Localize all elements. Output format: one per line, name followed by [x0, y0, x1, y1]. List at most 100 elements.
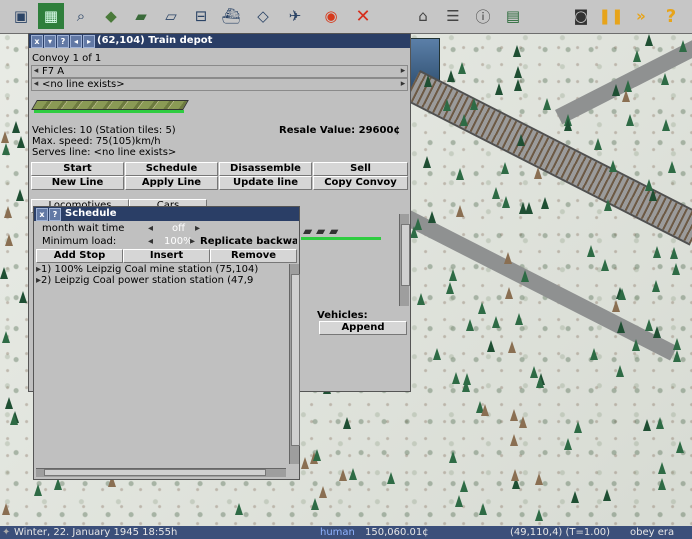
arrow-right-icon[interactable]: ▸ [399, 79, 407, 90]
wait-decrease-icon[interactable]: ◂ [148, 223, 153, 234]
scroll-thumb[interactable] [401, 224, 410, 286]
disassemble-button[interactable]: Disassemble [219, 162, 312, 176]
start-button[interactable]: Start [31, 162, 124, 176]
load-decrease-icon[interactable]: ◂ [148, 236, 153, 247]
new-line-button[interactable]: New Line [31, 176, 124, 190]
schedule-vscroll[interactable] [289, 264, 300, 464]
tree [604, 199, 612, 211]
magnifier-icon[interactable]: ⌕ [68, 3, 94, 29]
main-toolbar: ▣ ▦ ⌕ ◆ ▰ ▱ ⊟ ⛴ ◇ ✈ ◉ ✕ ⌂ ☰ ⓘ ▤ ◙ ❚❚ » ? [0, 0, 692, 34]
tree [653, 246, 661, 258]
tree [502, 196, 510, 208]
tree [672, 263, 680, 275]
tree [19, 291, 27, 303]
prev-icon[interactable]: ◂ [70, 35, 82, 48]
status-icon: ✦ [2, 527, 11, 538]
airport-icon[interactable]: ◇ [250, 3, 276, 29]
tree [313, 449, 321, 461]
remove-button[interactable]: Remove [210, 249, 297, 263]
stop-item[interactable]: ▸1) 100% Leipzig Coal mine station (75,1… [36, 264, 258, 275]
insert-button[interactable]: Insert [123, 249, 210, 263]
line-select[interactable]: ◂ <no line exists> ▸ [31, 78, 408, 91]
stop-list[interactable]: ▸1) 100% Leipzig Coal mine station (75,1… [36, 264, 288, 468]
scroll-thumb[interactable] [44, 469, 266, 476]
tree [510, 409, 518, 421]
vehicle-scrollbar[interactable] [399, 214, 410, 306]
ship-icon[interactable]: ⛴ [218, 3, 244, 29]
apply-line-button[interactable]: Apply Line [125, 176, 218, 190]
tree [343, 417, 351, 429]
pause-icon[interactable]: ❚❚ [598, 3, 624, 29]
save-icon[interactable]: ▣ [8, 3, 34, 29]
tree [501, 162, 509, 174]
player-name: human [320, 527, 355, 538]
wait-increase-icon[interactable]: ▸ [195, 223, 200, 234]
load-increase-icon[interactable]: ▸ [190, 236, 195, 247]
arrow-right-icon[interactable]: ▸ [399, 66, 407, 77]
tree [319, 486, 327, 498]
tree [339, 469, 347, 481]
stop-item[interactable]: ▸2) Leipzig Coal power station station (… [36, 275, 253, 286]
vehicles-count: Vehicles: 10 (Station tiles: 5) [32, 125, 176, 136]
tree [513, 45, 521, 57]
rail-icon[interactable]: ▰ [128, 3, 154, 29]
tree [673, 350, 681, 362]
camera-icon[interactable]: ◙ [568, 3, 594, 29]
tree [676, 441, 684, 453]
air-icon[interactable]: ✈ [282, 3, 308, 29]
tree [462, 380, 470, 392]
tree [535, 473, 543, 485]
target-icon[interactable]: ◉ [318, 3, 344, 29]
tree [456, 168, 464, 180]
money-icon[interactable]: ▤ [500, 3, 526, 29]
tree [504, 252, 512, 264]
help-window-icon[interactable]: ? [49, 208, 61, 221]
tree [645, 179, 653, 191]
tree [668, 161, 676, 173]
arrow-left-icon[interactable]: ◂ [32, 79, 40, 90]
close-icon[interactable]: ✕ [350, 3, 376, 29]
convoy-image[interactable] [31, 100, 189, 114]
vehicle-list[interactable]: ▰ ▰ ▰ [291, 222, 399, 242]
tree [564, 438, 572, 450]
append-button[interactable]: Append [319, 321, 407, 335]
sell-button[interactable]: Sell [313, 162, 408, 176]
schedule-titlebar[interactable]: x ? Schedule [34, 207, 299, 221]
tree [670, 247, 678, 259]
tree [0, 267, 8, 279]
road[interactable] [402, 210, 678, 361]
rail-track[interactable] [404, 70, 692, 246]
car-icon[interactable]: ▰ ▰ ▰ [303, 224, 338, 238]
next-icon[interactable]: ▸ [83, 35, 95, 48]
tree [519, 202, 527, 214]
schedule-button[interactable]: Schedule [125, 162, 218, 176]
list-icon[interactable]: ☰ [440, 3, 466, 29]
add-stop-button[interactable]: Add Stop [36, 249, 123, 263]
tree [652, 280, 660, 292]
construction-icon[interactable]: ⌂ [410, 3, 436, 29]
scroll-thumb[interactable] [291, 274, 300, 446]
close-window-icon[interactable]: x [36, 208, 48, 221]
arrow-left-icon[interactable]: ◂ [32, 66, 40, 77]
depot-titlebar[interactable]: x ▾ ? ◂ ▸ (62,104) Train depot [29, 34, 410, 48]
tree [656, 417, 664, 429]
copy-convoy-button[interactable]: Copy Convoy [313, 176, 408, 190]
road-icon[interactable]: ▱ [158, 3, 184, 29]
tram-icon[interactable]: ⊟ [188, 3, 214, 29]
tree [16, 189, 24, 201]
info-icon[interactable]: ⓘ [470, 3, 496, 29]
fast-forward-icon[interactable]: » [628, 3, 654, 29]
minimize-icon[interactable]: ▾ [44, 35, 56, 48]
convoy-select[interactable]: ◂ F7 A ▸ [31, 65, 408, 78]
line-select-value: <no line exists> [42, 79, 125, 90]
schedule-hscroll[interactable] [36, 468, 286, 477]
help-icon[interactable]: ? [658, 3, 684, 29]
update-line-button[interactable]: Update line [219, 176, 312, 190]
tree [673, 338, 681, 350]
close-window-icon[interactable]: x [31, 35, 43, 48]
tree [479, 503, 487, 515]
replicate-backwards-checkbox[interactable]: Replicate backwards [200, 236, 297, 247]
terrain-icon[interactable]: ◆ [98, 3, 124, 29]
help-window-icon[interactable]: ? [57, 35, 69, 48]
map-icon[interactable]: ▦ [38, 3, 64, 29]
